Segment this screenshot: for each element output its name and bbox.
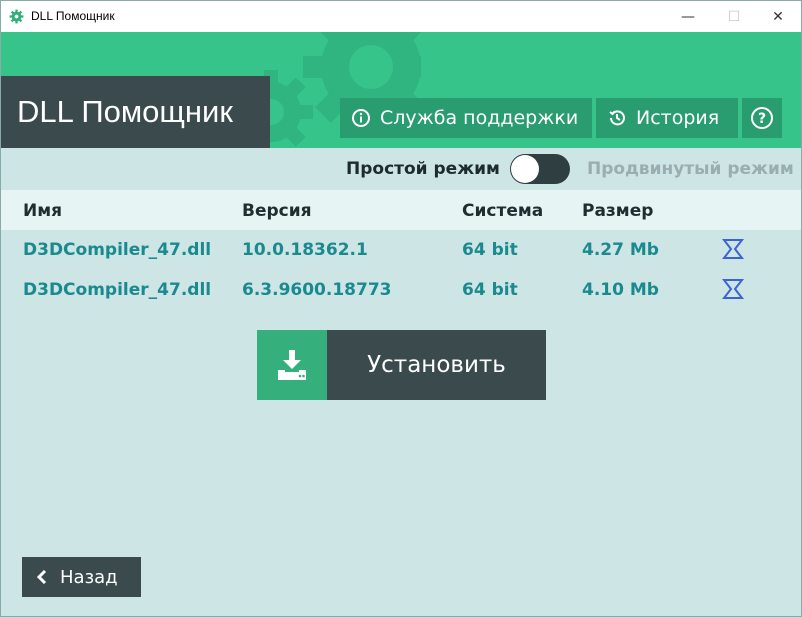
header-band: DLL Помощник Служба поддержки История ? [1, 32, 801, 148]
install-label-box: Установить [327, 330, 546, 400]
download-tray-icon [278, 350, 306, 380]
maximize-icon: ☐ [727, 8, 741, 25]
app-window: DLL Помощник — ☐ ✕ DLL Помощник Служба п… [0, 0, 802, 617]
close-icon: ✕ [772, 8, 784, 25]
help-glyph: ? [758, 111, 766, 127]
minimize-button[interactable]: — [665, 1, 711, 32]
back-button-label: Назад [60, 566, 118, 588]
minimize-icon: — [681, 8, 695, 25]
table-row[interactable]: D3DCompiler_47.dll 10.0.18362.1 64 bit 4… [1, 230, 801, 270]
help-icon: ? [751, 107, 773, 129]
support-button[interactable]: Служба поддержки [340, 98, 592, 138]
info-icon [352, 109, 370, 127]
install-button[interactable]: Установить [257, 330, 546, 400]
dll-version: 6.3.9600.18773 [242, 280, 392, 300]
history-button-label: История [636, 107, 720, 129]
title-bar[interactable]: DLL Помощник — ☐ ✕ [1, 1, 801, 32]
column-header-size: Размер [582, 201, 654, 221]
gear-app-icon [9, 9, 24, 24]
dll-name: D3DCompiler_47.dll [23, 240, 212, 260]
back-button[interactable]: Назад [22, 557, 141, 597]
mode-switch-row: Простой режим Продвинутый режим [1, 148, 801, 190]
install-icon-box [257, 330, 327, 400]
dll-size: 4.10 Mb [582, 280, 659, 300]
chevron-left-icon [36, 570, 47, 584]
column-header-name: Имя [23, 201, 63, 221]
help-button[interactable]: ? [742, 98, 782, 138]
maximize-button[interactable]: ☐ [711, 1, 757, 32]
app-title-box: DLL Помощник [1, 76, 270, 148]
simple-mode-label[interactable]: Простой режим [346, 159, 500, 179]
dll-version: 10.0.18362.1 [242, 240, 368, 260]
table-row[interactable]: D3DCompiler_47.dll 6.3.9600.18773 64 bit… [1, 270, 801, 310]
table-header: Имя Версия Система Размер [1, 190, 801, 230]
history-button[interactable]: История [596, 98, 738, 138]
support-button-label: Служба поддержки [380, 107, 579, 129]
history-icon [609, 110, 625, 126]
dll-name: D3DCompiler_47.dll [23, 280, 212, 300]
sigma-arrow-icon[interactable] [722, 238, 746, 260]
dll-system: 64 bit [462, 280, 518, 300]
column-header-system: Система [462, 201, 544, 221]
toggle-knob [511, 155, 539, 183]
advanced-mode-label[interactable]: Продвинутый режим [587, 159, 794, 179]
dll-system: 64 bit [462, 240, 518, 260]
dll-size: 4.27 Mb [582, 240, 659, 260]
column-header-version: Версия [242, 201, 312, 221]
mode-toggle[interactable] [510, 154, 570, 184]
close-button[interactable]: ✕ [755, 1, 801, 32]
app-title: DLL Помощник [17, 94, 233, 129]
sigma-arrow-icon[interactable] [722, 278, 746, 300]
window-title: DLL Помощник [31, 9, 115, 23]
install-button-label: Установить [367, 352, 506, 378]
